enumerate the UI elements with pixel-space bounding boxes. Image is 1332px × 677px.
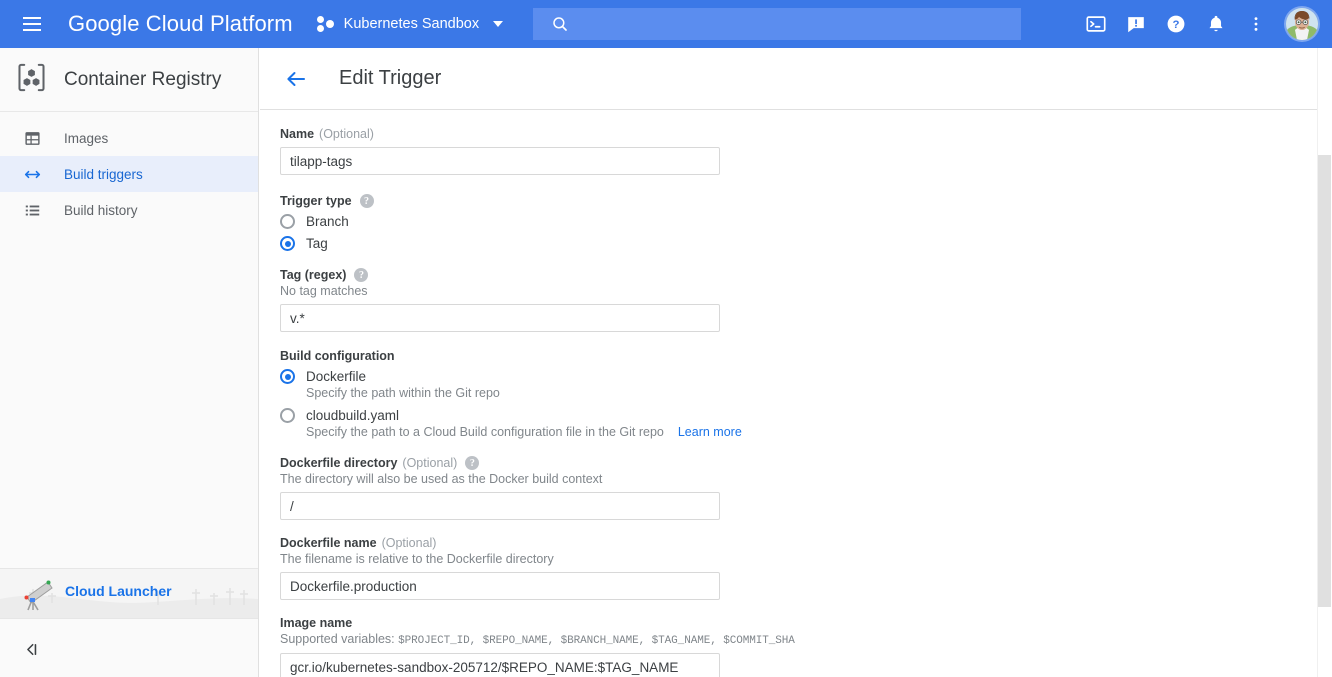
left-sidebar: Container Registry Images Build triggers…	[0, 48, 259, 677]
tag-regex-label: Tag (regex) ?	[280, 268, 1332, 282]
image-name-input[interactable]	[280, 653, 720, 677]
field-dockerfile-directory: Dockerfile directory (Optional) ? The di…	[280, 456, 1332, 520]
hamburger-icon[interactable]	[8, 0, 56, 48]
search-icon	[553, 17, 567, 31]
topbar-icon-group: ?	[1076, 0, 1324, 48]
project-name: Kubernetes Sandbox	[343, 16, 480, 32]
radio-trigger-type-branch[interactable]: Branch	[280, 213, 1332, 230]
cloud-launcher-promo[interactable]: Cloud Launcher	[0, 568, 258, 619]
help-icon[interactable]: ?	[359, 194, 374, 208]
radio-build-config-cloudbuild[interactable]: cloudbuild.yaml	[280, 407, 1332, 424]
collapse-sidebar-button[interactable]	[0, 621, 258, 677]
project-selector[interactable]: Kubernetes Sandbox	[316, 8, 504, 40]
radio-label: cloudbuild.yaml	[306, 408, 400, 423]
edit-trigger-form: Name (Optional) Trigger type ? Branch Ta…	[260, 111, 1332, 677]
tag-regex-input[interactable]	[280, 304, 720, 332]
page-scrollbar-track[interactable]	[1317, 48, 1332, 677]
dockerfile-description: Specify the path within the Git repo	[306, 386, 500, 400]
page-scrollbar-thumb[interactable]	[1318, 155, 1331, 607]
field-name: Name (Optional)	[280, 127, 1332, 175]
trigger-type-label: Trigger type ?	[280, 194, 1332, 208]
supported-variables: $PROJECT_ID, $REPO_NAME, $BRANCH_NAME, $…	[398, 635, 795, 647]
top-app-bar: Google Cloud Platform Kubernetes Sandbox	[0, 0, 1332, 48]
tag-regex-hint: No tag matches	[280, 284, 368, 298]
sidebar-item-label: Images	[64, 130, 109, 146]
search-input[interactable]	[583, 15, 983, 33]
images-grid-icon	[22, 130, 42, 147]
radio-circle	[280, 408, 295, 423]
image-name-hint: Supported variables: $PROJECT_ID, $REPO_…	[280, 632, 795, 647]
name-input[interactable]	[280, 147, 720, 175]
user-avatar[interactable]	[1286, 8, 1318, 40]
cloud-shell-icon[interactable]	[1076, 0, 1116, 48]
learn-more-link[interactable]: Learn more	[678, 425, 742, 439]
help-icon[interactable]: ?	[465, 456, 480, 470]
sidebar-nav: Images Build triggers Build history	[0, 112, 258, 228]
radio-circle-selected	[280, 236, 295, 251]
radio-circle-selected	[280, 369, 295, 384]
chevron-down-icon	[493, 21, 504, 27]
optional-tag: (Optional)	[319, 127, 374, 141]
sidebar-item-build-triggers[interactable]: Build triggers	[0, 156, 258, 192]
radio-circle	[280, 214, 295, 229]
optional-tag: (Optional)	[402, 456, 458, 470]
cloudbuild-description: Specify the path to a Cloud Build config…	[306, 425, 742, 439]
dockerfile-directory-hint: The directory will also be used as the D…	[280, 472, 603, 486]
field-dockerfile-name: Dockerfile name (Optional) The filename …	[280, 536, 1332, 600]
optional-tag: (Optional)	[381, 536, 437, 550]
main-content: Edit Trigger Name (Optional) Trigger typ…	[260, 48, 1332, 677]
list-icon	[22, 202, 42, 219]
cloud-launcher-label[interactable]: Cloud Launcher	[65, 583, 172, 599]
dockerfile-directory-input[interactable]	[280, 492, 720, 520]
radio-label: Dockerfile	[306, 369, 367, 384]
feedback-icon[interactable]	[1116, 0, 1156, 48]
field-tag-regex: Tag (regex) ? No tag matches	[280, 268, 1332, 332]
radio-label: Tag	[306, 236, 328, 251]
page-header: Edit Trigger	[260, 48, 1332, 110]
page-title: Edit Trigger	[339, 67, 442, 89]
project-dots-icon	[316, 15, 335, 33]
more-options-icon[interactable]	[1236, 0, 1276, 48]
sidebar-item-label: Build triggers	[64, 166, 143, 182]
container-registry-icon	[16, 62, 47, 98]
field-image-name: Image name Supported variables: $PROJECT…	[280, 616, 1332, 677]
build-configuration-label: Build configuration	[280, 349, 395, 363]
help-icon[interactable]: ?	[1156, 0, 1196, 48]
sidebar-item-images[interactable]: Images	[0, 120, 258, 156]
svg-text:?: ?	[1173, 19, 1180, 31]
notifications-bell-icon[interactable]	[1196, 0, 1236, 48]
collapse-panel-icon	[27, 643, 37, 655]
name-label: Name (Optional)	[280, 127, 374, 141]
radio-build-config-dockerfile[interactable]: Dockerfile	[280, 368, 1332, 385]
radio-label: Branch	[306, 214, 349, 229]
image-name-label: Image name	[280, 616, 353, 630]
dockerfile-name-hint: The filename is relative to the Dockerfi…	[280, 552, 554, 566]
back-arrow-icon[interactable]	[284, 67, 308, 91]
search-bar[interactable]	[533, 8, 1021, 40]
product-title: Container Registry	[64, 68, 222, 90]
sidebar-item-label: Build history	[64, 202, 138, 218]
field-build-configuration: Build configuration Dockerfile Specify t…	[280, 349, 1332, 439]
help-icon[interactable]: ?	[354, 268, 369, 282]
radio-trigger-type-tag[interactable]: Tag	[280, 235, 1332, 252]
field-trigger-type: Trigger type ? Branch Tag	[280, 194, 1332, 252]
dockerfile-name-input[interactable]	[280, 572, 720, 600]
build-trigger-arrow-icon	[22, 165, 42, 184]
brand-title: Google Cloud Platform	[68, 11, 293, 36]
product-header: Container Registry	[0, 48, 258, 112]
dockerfile-name-label: Dockerfile name (Optional)	[280, 536, 437, 550]
dockerfile-directory-label: Dockerfile directory (Optional) ?	[280, 456, 1332, 470]
sidebar-item-build-history[interactable]: Build history	[0, 192, 258, 228]
